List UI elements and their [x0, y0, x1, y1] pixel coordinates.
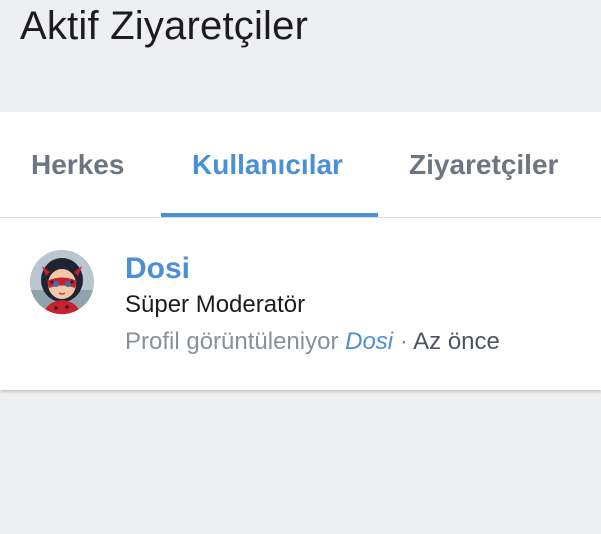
user-name-link[interactable]: Dosi: [125, 251, 190, 287]
visitors-card: Herkes Kullanıcılar Ziyaretçiler Dosi Sü…: [0, 112, 601, 390]
activity-separator: ·: [399, 328, 408, 355]
avatar[interactable]: [30, 250, 94, 314]
tab-bar: Herkes Kullanıcılar Ziyaretçiler: [0, 112, 601, 218]
page-title: Aktif Ziyaretçiler: [20, 4, 309, 48]
activity-text: Profil görüntüleniyor: [125, 328, 339, 355]
tab-everyone[interactable]: Herkes: [31, 148, 124, 182]
active-tab-indicator: [161, 213, 378, 217]
avatar-image: [30, 250, 94, 314]
list-item: Dosi Süper Moderatör Profil görüntüleniy…: [0, 219, 601, 390]
tab-users[interactable]: Kullanıcılar: [192, 148, 343, 182]
user-role: Süper Moderatör: [125, 291, 306, 318]
activity-target-link[interactable]: Dosi: [345, 328, 393, 355]
activity-line: Profil görüntüleniyor Dosi · Az önce: [125, 327, 500, 357]
active-visitors-page: Aktif Ziyaretçiler Herkes Kullanıcılar Z…: [0, 0, 601, 534]
tab-visitors[interactable]: Ziyaretçiler: [409, 148, 558, 182]
activity-time: Az önce: [413, 328, 500, 355]
